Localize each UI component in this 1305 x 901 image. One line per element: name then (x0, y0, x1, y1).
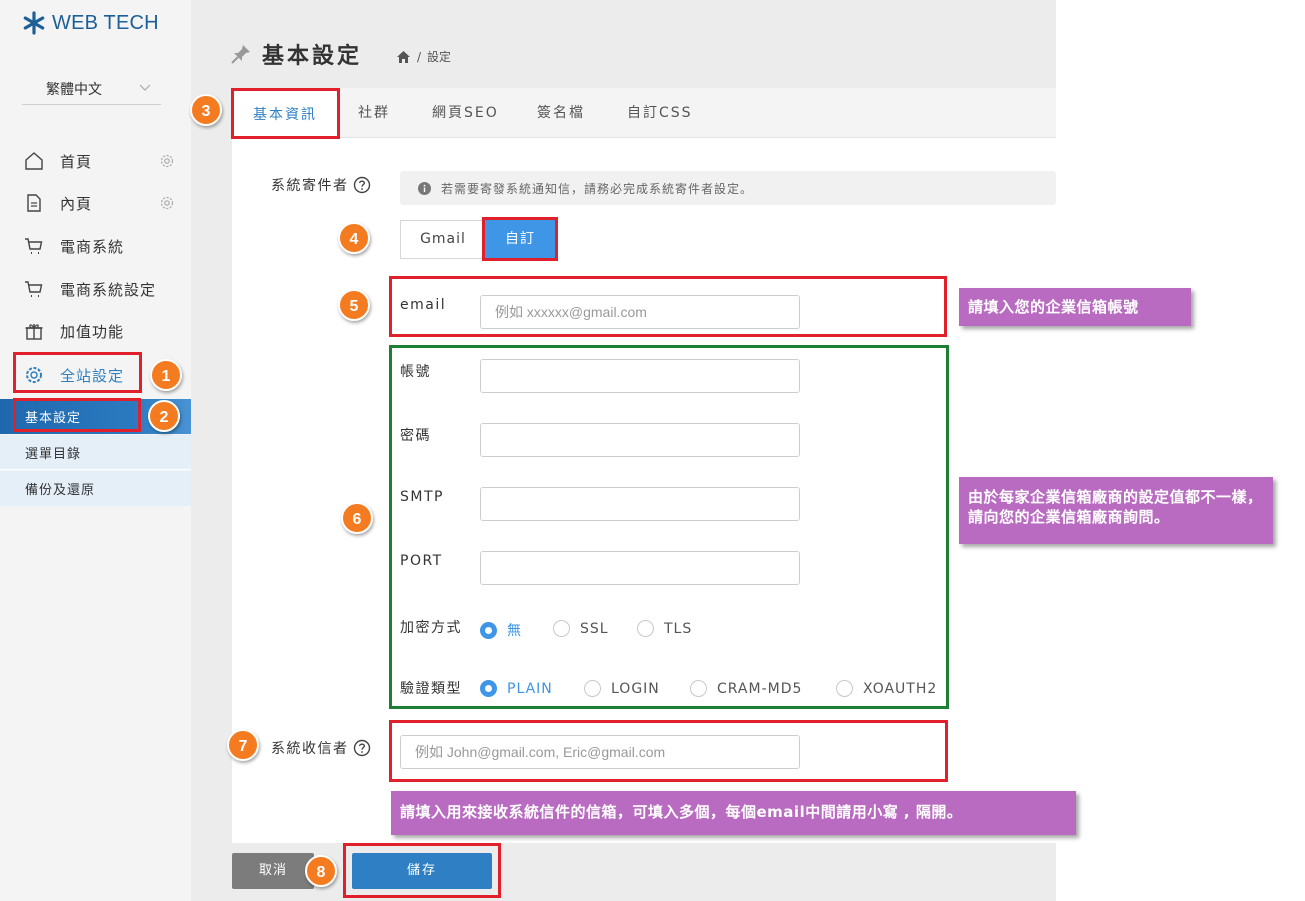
tab-seo[interactable]: 網頁SEO (432, 88, 499, 138)
mode-gmail-button[interactable]: Gmail (400, 220, 485, 259)
document-icon (27, 194, 41, 212)
language-select[interactable]: 繁體中文 (22, 74, 161, 105)
annotation-box-save (343, 843, 501, 898)
gear-icon[interactable] (159, 195, 175, 211)
cart-icon (25, 238, 43, 254)
tab-signature[interactable]: 簽名檔 (537, 88, 585, 138)
page-title: 基本設定 (262, 44, 363, 69)
brand-name: WEB TECH (52, 11, 159, 34)
logo[interactable]: WEB TECH (22, 8, 159, 38)
step-badge-5: 5 (338, 289, 370, 321)
recipient-label: 系統收信者 (271, 738, 371, 758)
breadcrumb-separator: / (417, 49, 422, 64)
page-header: 基本設定 (230, 38, 362, 70)
cancel-button[interactable]: 取消 (232, 853, 314, 889)
tab-social[interactable]: 社群 (358, 88, 390, 138)
step-badge-4: 4 (338, 222, 370, 254)
language-selected: 繁體中文 (46, 82, 102, 98)
info-icon (418, 181, 431, 195)
callout-email-hint: 請填入您的企業信箱帳號 (959, 288, 1191, 326)
home-icon (25, 152, 43, 170)
help-icon[interactable] (353, 176, 371, 194)
step-badge-7: 7 (227, 729, 259, 761)
annotation-box-basic-info-tab (231, 88, 340, 139)
step-badge-8: 8 (305, 855, 337, 887)
sidebar-item-label: 電商系統設定 (60, 280, 157, 299)
callout-vendor-hint: 由於每家企業信箱廠商的設定值都不一樣，請向您的企業信箱廠商詢問。 (959, 477, 1273, 544)
breadcrumb: / 設定 (396, 48, 451, 65)
sidebar-item-label: 內頁 (60, 194, 93, 213)
step-badge-2: 2 (148, 400, 180, 432)
submenu-item-menu-directory[interactable]: 選單目錄 (0, 435, 191, 470)
annotation-box-site-settings (13, 352, 142, 393)
step-badge-6: 6 (341, 502, 373, 534)
submenu-item-backup-restore[interactable]: 備份及還原 (0, 471, 191, 506)
gear-icon[interactable] (159, 153, 175, 169)
sidebar-item-addons[interactable]: 加值功能 (0, 311, 191, 351)
annotation-box-recipient (389, 720, 948, 782)
help-icon[interactable] (353, 739, 371, 757)
sidebar: WEB TECH 繁體中文 首頁 內頁 電商系統 電商系統設定 加值功能 全站設… (0, 0, 191, 901)
sidebar-item-label: 首頁 (60, 152, 93, 171)
pin-icon (231, 45, 250, 64)
notice-text: 若需要寄發系統通知信，請務必完成系統寄件者設定。 (441, 181, 754, 196)
step-badge-1: 1 (150, 359, 182, 391)
sidebar-item-inner-pages[interactable]: 內頁 (0, 183, 191, 223)
sidebar-item-ecommerce[interactable]: 電商系統 (0, 226, 191, 266)
annotation-box-smtp-settings (389, 345, 949, 709)
cart-icon (25, 281, 43, 297)
annotation-box-email (389, 276, 947, 337)
sender-label-text: 系統寄件者 (271, 178, 349, 194)
breadcrumb-current: 設定 (427, 50, 452, 64)
callout-recipient-hint: 請填入用來接收系統信件的信箱，可填入多個，每個email中間請用小寫 , 隔開。 (391, 791, 1076, 835)
annotation-box-basic-settings (13, 398, 141, 432)
tab-custom-css[interactable]: 自訂CSS (627, 88, 693, 138)
annotation-box-custom-mode (482, 217, 558, 261)
sidebar-item-label: 電商系統 (60, 237, 125, 256)
sender-label: 系統寄件者 (271, 175, 371, 195)
sidebar-item-label: 加值功能 (60, 322, 125, 341)
tab-bar: 基本資訊 社群 網頁SEO 簽名檔 自訂CSS (232, 88, 1056, 139)
sidebar-item-home[interactable]: 首頁 (0, 141, 191, 181)
gift-icon (25, 324, 43, 340)
sender-notice: 若需要寄發系統通知信，請務必完成系統寄件者設定。 (400, 171, 1056, 205)
chevron-down-icon (139, 84, 151, 91)
asterisk-logo-icon (23, 11, 45, 35)
recipient-label-text: 系統收信者 (271, 741, 349, 757)
home-icon[interactable] (396, 50, 411, 64)
step-badge-3: 3 (190, 94, 222, 126)
sidebar-item-ecommerce-settings[interactable]: 電商系統設定 (0, 269, 191, 309)
